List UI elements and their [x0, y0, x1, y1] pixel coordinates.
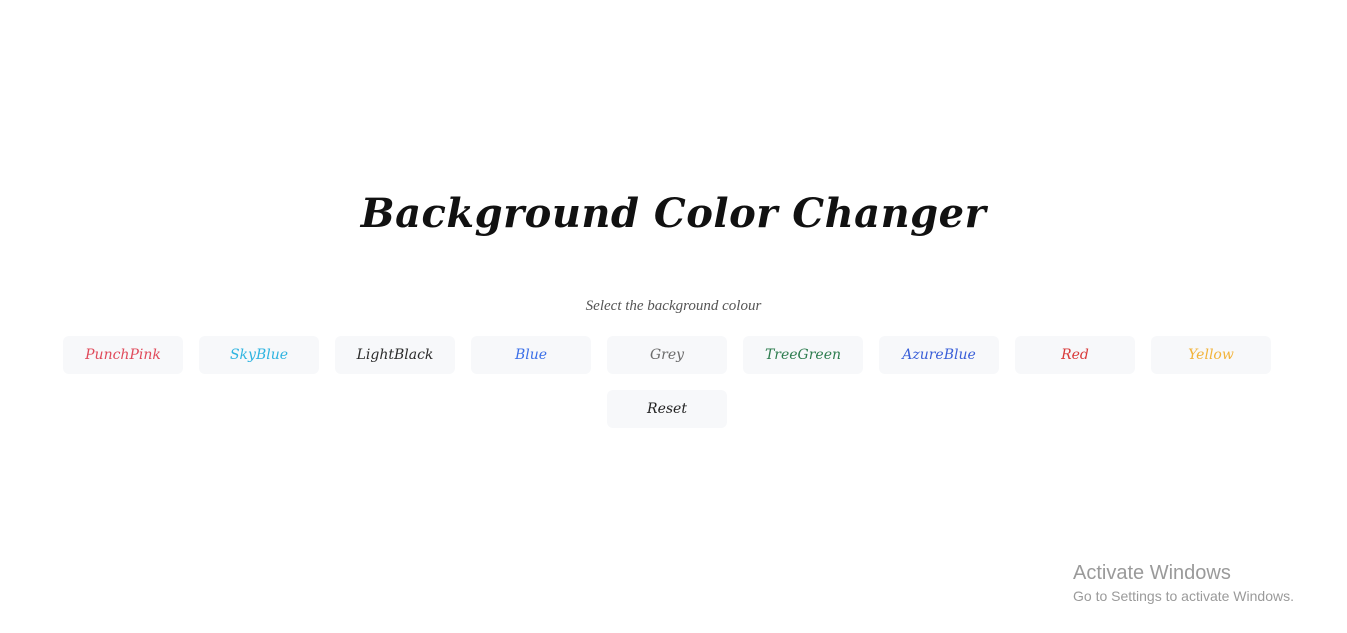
treegreen-button[interactable]: TreeGreen [743, 336, 863, 374]
azureblue-button[interactable]: AzureBlue [879, 336, 999, 374]
grey-button[interactable]: Grey [607, 336, 727, 374]
instruction-text: Select the background colour [585, 298, 762, 314]
lightblack-button[interactable]: LightBlack [335, 336, 455, 374]
punchpink-button[interactable]: PunchPink [63, 336, 183, 374]
red-button[interactable]: Red [1015, 336, 1135, 374]
skyblue-button[interactable]: SkyBlue [199, 336, 319, 374]
activate-windows-watermark: Activate Windows Go to Settings to activ… [1073, 561, 1294, 606]
page-title: Background Color Changer [360, 190, 987, 237]
yellow-button[interactable]: Yellow [1151, 336, 1271, 374]
watermark-title: Activate Windows [1073, 562, 1231, 584]
blue-button[interactable]: Blue [471, 336, 591, 374]
reset-button[interactable]: Reset [607, 390, 727, 428]
watermark-subtitle: Go to Settings to activate Windows. [1073, 588, 1294, 604]
